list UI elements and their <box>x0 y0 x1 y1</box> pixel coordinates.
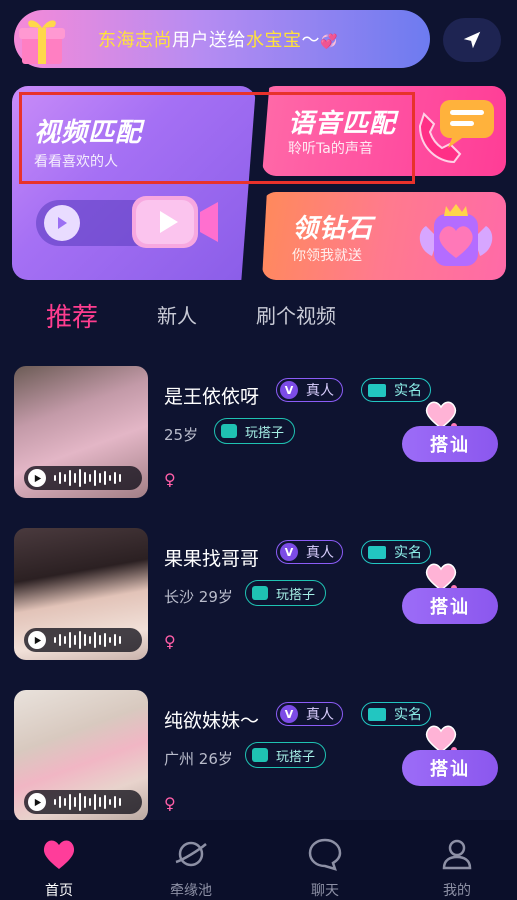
real-person-badge: V 真人 <box>276 540 343 564</box>
video-camera-icon <box>132 196 218 248</box>
list-item[interactable]: 果果找哥哥 V 真人 实名 长沙 29岁 玩搭子 ♀ 搭讪 <box>0 528 517 678</box>
user-photo[interactable] <box>14 690 148 822</box>
video-play-knob <box>44 205 80 241</box>
verified-v-icon: V <box>280 543 298 561</box>
user-meta: 长沙 29岁 <box>164 586 233 607</box>
chat-tag-icon <box>252 586 268 600</box>
real-person-badge: V 真人 <box>276 702 343 726</box>
phone-message-icon <box>418 100 494 164</box>
user-location: 广州 <box>164 750 195 768</box>
verified-v-icon: V <box>280 381 298 399</box>
interest-tag: 玩搭子 <box>245 580 327 606</box>
user-age: 25岁 <box>164 426 199 444</box>
video-match-title: 视频匹配 <box>34 118 143 148</box>
play-icon <box>58 217 67 229</box>
gift-box-icon <box>19 20 65 64</box>
real-name-badge: 实名 <box>361 378 431 402</box>
voice-intro-player[interactable] <box>24 466 142 490</box>
id-card-icon <box>368 545 386 559</box>
person-icon <box>442 839 472 870</box>
video-match-subtitle: 看看喜欢的人 <box>34 154 118 170</box>
gift-receiver: 水宝宝 <box>246 30 302 51</box>
nav-label: 牵缘池 <box>170 883 212 899</box>
female-gender-icon: ♀ <box>164 632 176 651</box>
user-photo[interactable] <box>14 528 148 660</box>
voice-match-subtitle: 聆听Ta的声音 <box>288 141 373 157</box>
audio-waveform-icon <box>54 469 121 487</box>
greet-button[interactable]: 搭讪 <box>402 588 498 624</box>
tab-recommend[interactable]: 推荐 <box>46 297 98 334</box>
interest-tag: 玩搭子 <box>245 742 327 768</box>
list-item[interactable]: 纯欲妹妹〜 V 真人 实名 广州 26岁 玩搭子 ♀ 搭讪 <box>0 690 517 840</box>
play-icon <box>28 469 46 487</box>
gift-middle-text: 用户送给 <box>172 30 246 51</box>
planet-icon <box>175 841 207 867</box>
user-name: 是王依依呀 <box>164 386 260 408</box>
audio-waveform-icon <box>54 793 121 811</box>
real-name-badge: 实名 <box>361 702 431 726</box>
female-gender-icon: ♀ <box>164 470 176 489</box>
real-name-badge: 实名 <box>361 540 431 564</box>
claim-diamond-subtitle: 你领我就送 <box>292 248 362 264</box>
user-photo[interactable] <box>14 366 148 498</box>
interest-tag: 玩搭子 <box>214 418 296 444</box>
gift-sparkle-icon: 💞 <box>320 34 338 50</box>
list-item[interactable]: 是王依依呀 V 真人 实名 25岁 玩搭子 ♀ 搭讪 <box>0 366 517 516</box>
voice-match-title: 语音匹配 <box>288 109 397 139</box>
female-gender-icon: ♀ <box>164 794 176 813</box>
claim-diamond-title: 领钻石 <box>292 214 374 244</box>
gift-announcement-text: 东海志尚用户送给水宝宝〜💞 <box>98 26 338 52</box>
user-meta: 广州 26岁 <box>164 748 233 769</box>
tab-new-people[interactable]: 新人 <box>157 300 197 329</box>
play-icon <box>28 631 46 649</box>
location-button[interactable] <box>443 18 501 62</box>
play-icon <box>28 793 46 811</box>
nav-label: 聊天 <box>311 883 339 899</box>
chat-bubble-icon <box>308 838 342 871</box>
heart-icon <box>43 840 75 869</box>
id-card-icon <box>368 707 386 721</box>
user-name: 纯欲妹妹〜 <box>164 710 260 732</box>
real-person-badge: V 真人 <box>276 378 343 402</box>
greet-button[interactable]: 搭讪 <box>402 426 498 462</box>
user-age: 26岁 <box>198 750 233 768</box>
gift-suffix: 〜 <box>301 30 320 51</box>
greet-button[interactable]: 搭讪 <box>402 750 498 786</box>
chat-tag-icon <box>252 748 268 762</box>
nav-label: 我的 <box>443 883 471 899</box>
id-card-icon <box>368 383 386 397</box>
user-location: 长沙 <box>164 588 195 606</box>
nav-label: 首页 <box>45 883 73 899</box>
gift-sender: 东海志尚 <box>98 30 172 51</box>
navigation-arrow-icon <box>463 31 481 49</box>
user-age: 29岁 <box>198 588 233 606</box>
user-meta: 25岁 <box>164 424 198 445</box>
user-name: 果果找哥哥 <box>164 548 260 570</box>
voice-intro-player[interactable] <box>24 628 142 652</box>
verified-v-icon: V <box>280 705 298 723</box>
winged-heart-gem-icon <box>419 204 493 266</box>
tab-watch-video[interactable]: 刷个视频 <box>256 300 336 329</box>
audio-waveform-icon <box>54 631 121 649</box>
voice-intro-player[interactable] <box>24 790 142 814</box>
chat-tag-icon <box>221 424 237 438</box>
